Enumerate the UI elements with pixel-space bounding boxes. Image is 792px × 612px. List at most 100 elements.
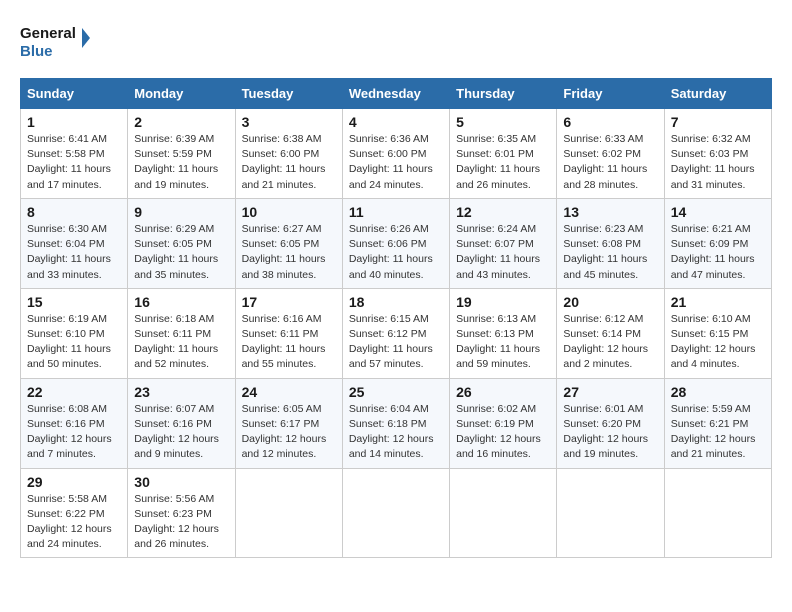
day-number: 14 bbox=[671, 204, 765, 220]
calendar-cell: 26 Sunrise: 6:02 AMSunset: 6:19 PMDaylig… bbox=[450, 378, 557, 468]
calendar-cell: 29 Sunrise: 5:58 AMSunset: 6:22 PMDaylig… bbox=[21, 468, 128, 558]
day-number: 19 bbox=[456, 294, 550, 310]
day-info: Sunrise: 6:24 AMSunset: 6:07 PMDaylight:… bbox=[456, 222, 550, 283]
week-row-1: 1 Sunrise: 6:41 AMSunset: 5:58 PMDayligh… bbox=[21, 109, 772, 199]
weekday-header-saturday: Saturday bbox=[664, 79, 771, 109]
weekday-header-monday: Monday bbox=[128, 79, 235, 109]
calendar-cell: 30 Sunrise: 5:56 AMSunset: 6:23 PMDaylig… bbox=[128, 468, 235, 558]
calendar-cell bbox=[342, 468, 449, 558]
day-info: Sunrise: 6:23 AMSunset: 6:08 PMDaylight:… bbox=[563, 222, 657, 283]
weekday-header-tuesday: Tuesday bbox=[235, 79, 342, 109]
day-info: Sunrise: 6:35 AMSunset: 6:01 PMDaylight:… bbox=[456, 132, 550, 193]
day-number: 15 bbox=[27, 294, 121, 310]
day-number: 8 bbox=[27, 204, 121, 220]
day-number: 10 bbox=[242, 204, 336, 220]
calendar-cell: 19 Sunrise: 6:13 AMSunset: 6:13 PMDaylig… bbox=[450, 288, 557, 378]
calendar-cell bbox=[235, 468, 342, 558]
week-row-5: 29 Sunrise: 5:58 AMSunset: 6:22 PMDaylig… bbox=[21, 468, 772, 558]
day-info: Sunrise: 6:33 AMSunset: 6:02 PMDaylight:… bbox=[563, 132, 657, 193]
day-info: Sunrise: 6:21 AMSunset: 6:09 PMDaylight:… bbox=[671, 222, 765, 283]
svg-text:Blue: Blue bbox=[20, 43, 53, 60]
calendar-cell: 16 Sunrise: 6:18 AMSunset: 6:11 PMDaylig… bbox=[128, 288, 235, 378]
day-info: Sunrise: 6:36 AMSunset: 6:00 PMDaylight:… bbox=[349, 132, 443, 193]
week-row-2: 8 Sunrise: 6:30 AMSunset: 6:04 PMDayligh… bbox=[21, 198, 772, 288]
calendar-cell: 23 Sunrise: 6:07 AMSunset: 6:16 PMDaylig… bbox=[128, 378, 235, 468]
day-info: Sunrise: 6:15 AMSunset: 6:12 PMDaylight:… bbox=[349, 312, 443, 373]
calendar-cell: 17 Sunrise: 6:16 AMSunset: 6:11 PMDaylig… bbox=[235, 288, 342, 378]
day-info: Sunrise: 6:10 AMSunset: 6:15 PMDaylight:… bbox=[671, 312, 765, 373]
day-info: Sunrise: 6:16 AMSunset: 6:11 PMDaylight:… bbox=[242, 312, 336, 373]
weekday-header-thursday: Thursday bbox=[450, 79, 557, 109]
calendar-cell: 5 Sunrise: 6:35 AMSunset: 6:01 PMDayligh… bbox=[450, 109, 557, 199]
weekday-header-sunday: Sunday bbox=[21, 79, 128, 109]
day-number: 28 bbox=[671, 384, 765, 400]
day-info: Sunrise: 6:13 AMSunset: 6:13 PMDaylight:… bbox=[456, 312, 550, 373]
day-number: 5 bbox=[456, 114, 550, 130]
logo: General Blue bbox=[20, 20, 90, 62]
weekday-header-friday: Friday bbox=[557, 79, 664, 109]
day-info: Sunrise: 6:38 AMSunset: 6:00 PMDaylight:… bbox=[242, 132, 336, 193]
day-number: 23 bbox=[134, 384, 228, 400]
calendar-cell: 20 Sunrise: 6:12 AMSunset: 6:14 PMDaylig… bbox=[557, 288, 664, 378]
day-info: Sunrise: 6:05 AMSunset: 6:17 PMDaylight:… bbox=[242, 402, 336, 463]
day-number: 13 bbox=[563, 204, 657, 220]
day-number: 22 bbox=[27, 384, 121, 400]
calendar-cell: 11 Sunrise: 6:26 AMSunset: 6:06 PMDaylig… bbox=[342, 198, 449, 288]
day-info: Sunrise: 6:26 AMSunset: 6:06 PMDaylight:… bbox=[349, 222, 443, 283]
calendar-cell: 15 Sunrise: 6:19 AMSunset: 6:10 PMDaylig… bbox=[21, 288, 128, 378]
calendar-cell bbox=[664, 468, 771, 558]
day-info: Sunrise: 6:04 AMSunset: 6:18 PMDaylight:… bbox=[349, 402, 443, 463]
logo-svg: General Blue bbox=[20, 20, 90, 62]
day-number: 17 bbox=[242, 294, 336, 310]
week-row-3: 15 Sunrise: 6:19 AMSunset: 6:10 PMDaylig… bbox=[21, 288, 772, 378]
day-number: 12 bbox=[456, 204, 550, 220]
calendar-cell: 1 Sunrise: 6:41 AMSunset: 5:58 PMDayligh… bbox=[21, 109, 128, 199]
calendar-table: SundayMondayTuesdayWednesdayThursdayFrid… bbox=[20, 78, 772, 558]
day-info: Sunrise: 6:02 AMSunset: 6:19 PMDaylight:… bbox=[456, 402, 550, 463]
day-number: 20 bbox=[563, 294, 657, 310]
day-number: 25 bbox=[349, 384, 443, 400]
calendar-cell: 6 Sunrise: 6:33 AMSunset: 6:02 PMDayligh… bbox=[557, 109, 664, 199]
calendar-cell bbox=[557, 468, 664, 558]
day-number: 16 bbox=[134, 294, 228, 310]
calendar-cell: 21 Sunrise: 6:10 AMSunset: 6:15 PMDaylig… bbox=[664, 288, 771, 378]
day-info: Sunrise: 6:12 AMSunset: 6:14 PMDaylight:… bbox=[563, 312, 657, 373]
day-info: Sunrise: 6:07 AMSunset: 6:16 PMDaylight:… bbox=[134, 402, 228, 463]
weekday-header-wednesday: Wednesday bbox=[342, 79, 449, 109]
day-info: Sunrise: 6:08 AMSunset: 6:16 PMDaylight:… bbox=[27, 402, 121, 463]
weekday-header-row: SundayMondayTuesdayWednesdayThursdayFrid… bbox=[21, 79, 772, 109]
day-info: Sunrise: 6:39 AMSunset: 5:59 PMDaylight:… bbox=[134, 132, 228, 193]
day-number: 26 bbox=[456, 384, 550, 400]
svg-text:General: General bbox=[20, 25, 76, 42]
day-info: Sunrise: 5:59 AMSunset: 6:21 PMDaylight:… bbox=[671, 402, 765, 463]
day-number: 21 bbox=[671, 294, 765, 310]
day-number: 9 bbox=[134, 204, 228, 220]
day-number: 27 bbox=[563, 384, 657, 400]
day-number: 6 bbox=[563, 114, 657, 130]
day-number: 2 bbox=[134, 114, 228, 130]
calendar-cell: 4 Sunrise: 6:36 AMSunset: 6:00 PMDayligh… bbox=[342, 109, 449, 199]
day-info: Sunrise: 6:01 AMSunset: 6:20 PMDaylight:… bbox=[563, 402, 657, 463]
day-number: 29 bbox=[27, 474, 121, 490]
calendar-cell: 2 Sunrise: 6:39 AMSunset: 5:59 PMDayligh… bbox=[128, 109, 235, 199]
page-header: General Blue bbox=[20, 20, 772, 62]
calendar-cell: 12 Sunrise: 6:24 AMSunset: 6:07 PMDaylig… bbox=[450, 198, 557, 288]
calendar-cell: 8 Sunrise: 6:30 AMSunset: 6:04 PMDayligh… bbox=[21, 198, 128, 288]
day-info: Sunrise: 6:32 AMSunset: 6:03 PMDaylight:… bbox=[671, 132, 765, 193]
day-info: Sunrise: 5:58 AMSunset: 6:22 PMDaylight:… bbox=[27, 492, 121, 553]
calendar-cell: 13 Sunrise: 6:23 AMSunset: 6:08 PMDaylig… bbox=[557, 198, 664, 288]
day-info: Sunrise: 6:30 AMSunset: 6:04 PMDaylight:… bbox=[27, 222, 121, 283]
day-info: Sunrise: 6:18 AMSunset: 6:11 PMDaylight:… bbox=[134, 312, 228, 373]
calendar-cell: 28 Sunrise: 5:59 AMSunset: 6:21 PMDaylig… bbox=[664, 378, 771, 468]
day-info: Sunrise: 6:27 AMSunset: 6:05 PMDaylight:… bbox=[242, 222, 336, 283]
day-info: Sunrise: 5:56 AMSunset: 6:23 PMDaylight:… bbox=[134, 492, 228, 553]
calendar-cell: 27 Sunrise: 6:01 AMSunset: 6:20 PMDaylig… bbox=[557, 378, 664, 468]
calendar-cell bbox=[450, 468, 557, 558]
day-info: Sunrise: 6:19 AMSunset: 6:10 PMDaylight:… bbox=[27, 312, 121, 373]
calendar-cell: 25 Sunrise: 6:04 AMSunset: 6:18 PMDaylig… bbox=[342, 378, 449, 468]
calendar-cell: 22 Sunrise: 6:08 AMSunset: 6:16 PMDaylig… bbox=[21, 378, 128, 468]
calendar-cell: 9 Sunrise: 6:29 AMSunset: 6:05 PMDayligh… bbox=[128, 198, 235, 288]
day-number: 24 bbox=[242, 384, 336, 400]
calendar-cell: 10 Sunrise: 6:27 AMSunset: 6:05 PMDaylig… bbox=[235, 198, 342, 288]
day-number: 30 bbox=[134, 474, 228, 490]
